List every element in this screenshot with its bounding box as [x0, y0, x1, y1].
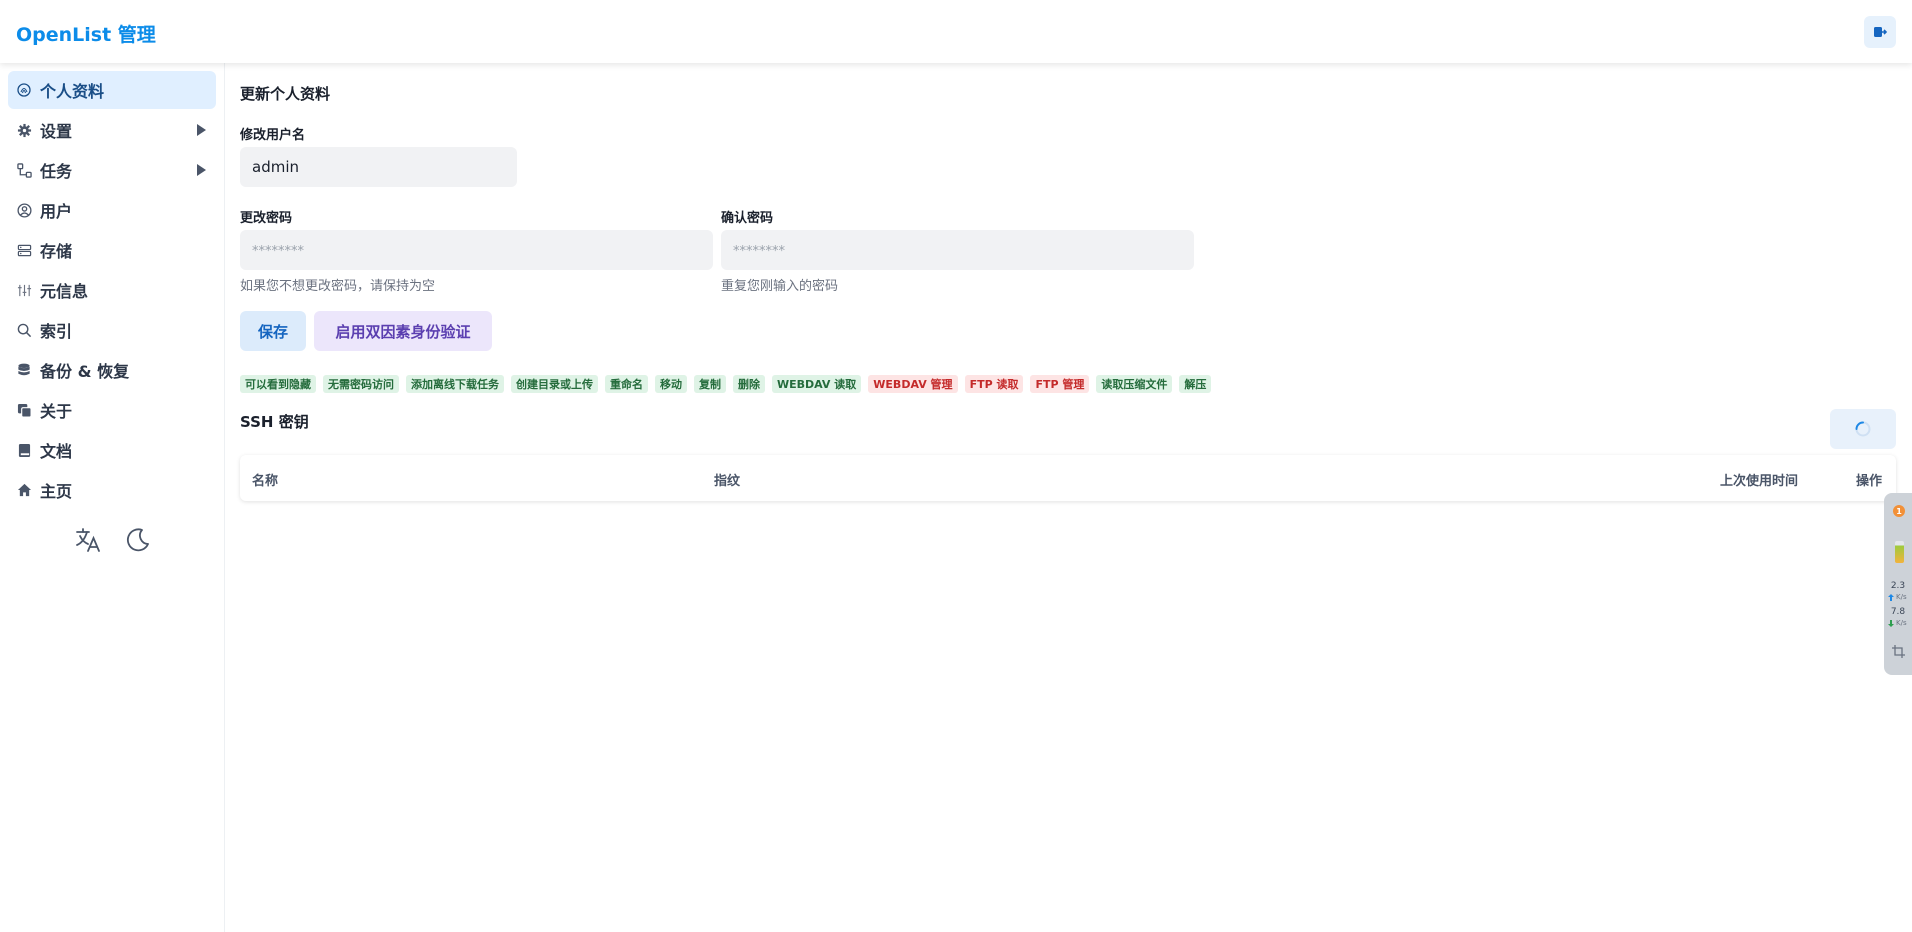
translate-icon	[76, 528, 100, 552]
sidebar-item-metadata[interactable]: 元信息	[8, 271, 216, 309]
download-arrow-icon	[1888, 620, 1894, 627]
permission-badge: 解压	[1179, 375, 1212, 393]
download-speed-value: 7.8	[1890, 607, 1906, 617]
logout-icon	[1874, 27, 1887, 37]
notification-badge[interactable]: 1	[1893, 505, 1905, 517]
enable-2fa-button[interactable]: 启用双因素身份验证	[314, 311, 492, 351]
permission-badge: 移动	[655, 375, 687, 393]
caret-right-icon	[197, 124, 206, 136]
column-header-last-used[interactable]: 上次使用时间	[1720, 470, 1798, 489]
save-button[interactable]: 保存	[240, 311, 306, 351]
sidebar-item-users[interactable]: 用户	[8, 191, 216, 229]
search-icon	[16, 322, 32, 338]
sidebar-item-label: 元信息	[40, 282, 89, 301]
confirm-password-help-text: 重复您刚输入的密码	[721, 279, 839, 294]
database-icon	[16, 362, 32, 378]
confirm-password-label: 确认密码	[721, 211, 774, 226]
sidebar-item-docs[interactable]: 文档	[8, 431, 216, 469]
sidebar-item-settings[interactable]: 设置	[8, 111, 216, 149]
theme-toggle-button[interactable]	[122, 524, 154, 556]
permission-badges: 可以看到隐藏 无需密码访问 添加离线下载任务 创建目录或上传 重命名 移动 复制…	[240, 375, 1212, 393]
ssh-refresh-button[interactable]	[1830, 409, 1896, 449]
permission-badge: 添加离线下载任务	[406, 375, 504, 393]
password-input[interactable]	[240, 230, 713, 270]
sidebar-item-profile[interactable]: 个人资料	[8, 71, 216, 109]
copy-icon	[16, 402, 32, 418]
confirm-password-input[interactable]	[721, 230, 1194, 270]
sidebar-item-label: 备份 & 恢复	[40, 362, 130, 381]
home-icon	[16, 482, 32, 498]
permission-badge: WEBDAV 管理	[868, 375, 958, 393]
sidebar-item-label: 主页	[40, 482, 73, 501]
loading-spinner-icon	[1855, 421, 1871, 437]
upload-speed-value: 2.3	[1890, 581, 1906, 591]
language-button[interactable]	[72, 524, 104, 556]
sidebar-item-tasks[interactable]: 任务	[8, 151, 216, 189]
page-title: 更新个人资料	[240, 85, 331, 103]
app-title[interactable]: OpenList 管理	[16, 20, 156, 47]
top-bar: OpenList 管理	[0, 0, 1912, 63]
sidebar-item-backup-restore[interactable]: 备份 & 恢复	[8, 351, 216, 389]
column-header-fingerprint[interactable]: 指纹	[714, 470, 740, 489]
permission-badge: 创建目录或上传	[511, 375, 598, 393]
sidebar-item-label: 索引	[40, 322, 73, 341]
workflow-icon	[16, 162, 32, 178]
moon-icon	[126, 528, 149, 552]
password-label: 更改密码	[240, 211, 293, 226]
level-bar	[1895, 541, 1904, 563]
column-header-name[interactable]: 名称	[252, 470, 278, 489]
username-label: 修改用户名	[240, 128, 306, 143]
permission-badge: 无需密码访问	[323, 375, 399, 393]
user-circle-icon	[16, 202, 32, 218]
sidebar-item-label: 用户	[40, 202, 73, 221]
ssh-keys-title: SSH 密钥	[240, 413, 309, 431]
upload-speed-unit: K/s	[1896, 593, 1907, 601]
ssh-keys-table: 名称 指纹 上次使用时间 操作	[240, 455, 1896, 501]
logout-button[interactable]	[1864, 16, 1896, 48]
sidebar-item-label: 任务	[40, 162, 73, 181]
username-input[interactable]	[240, 147, 517, 187]
permission-badge: 删除	[733, 375, 765, 393]
sidebar-tools	[72, 524, 154, 556]
fingerprint-icon	[16, 82, 32, 98]
password-help-text: 如果您不想更改密码，请保持为空	[240, 279, 436, 294]
crop-icon[interactable]	[1892, 645, 1905, 658]
permission-badge: 读取压缩文件	[1096, 375, 1173, 393]
sidebar-item-label: 设置	[40, 122, 73, 141]
permission-badge: FTP 管理	[1030, 375, 1090, 393]
sidebar-item-label: 存储	[40, 242, 73, 261]
network-speed-widget[interactable]: 1 2.3 K/s 7.8 K/s	[1884, 493, 1912, 675]
sidebar-item-label: 个人资料	[40, 82, 105, 101]
permission-badge: 重命名	[605, 375, 648, 393]
gear-icon	[16, 122, 32, 138]
caret-right-icon	[197, 164, 206, 176]
sidebar-item-index[interactable]: 索引	[8, 311, 216, 349]
sidebar-item-storage[interactable]: 存储	[8, 231, 216, 269]
permission-badge: 复制	[694, 375, 726, 393]
database-server-icon	[16, 242, 32, 258]
download-speed-unit: K/s	[1896, 619, 1907, 627]
sidebar-item-label: 关于	[40, 402, 73, 421]
sidebar: 个人资料 设置 任务 用户 存储 元信息 索引 备份 & 恢复 关于 文档 主页	[0, 63, 225, 932]
permission-badge: FTP 读取	[964, 375, 1024, 393]
metadata-icon	[16, 282, 32, 298]
column-header-actions[interactable]: 操作	[1856, 470, 1882, 489]
permission-badge: WEBDAV 读取	[772, 375, 862, 393]
sidebar-item-about[interactable]: 关于	[8, 391, 216, 429]
sidebar-item-label: 文档	[40, 442, 73, 461]
book-icon	[16, 442, 32, 458]
permission-badge: 可以看到隐藏	[240, 375, 316, 393]
sidebar-item-home[interactable]: 主页	[8, 471, 216, 509]
upload-arrow-icon	[1888, 594, 1894, 601]
